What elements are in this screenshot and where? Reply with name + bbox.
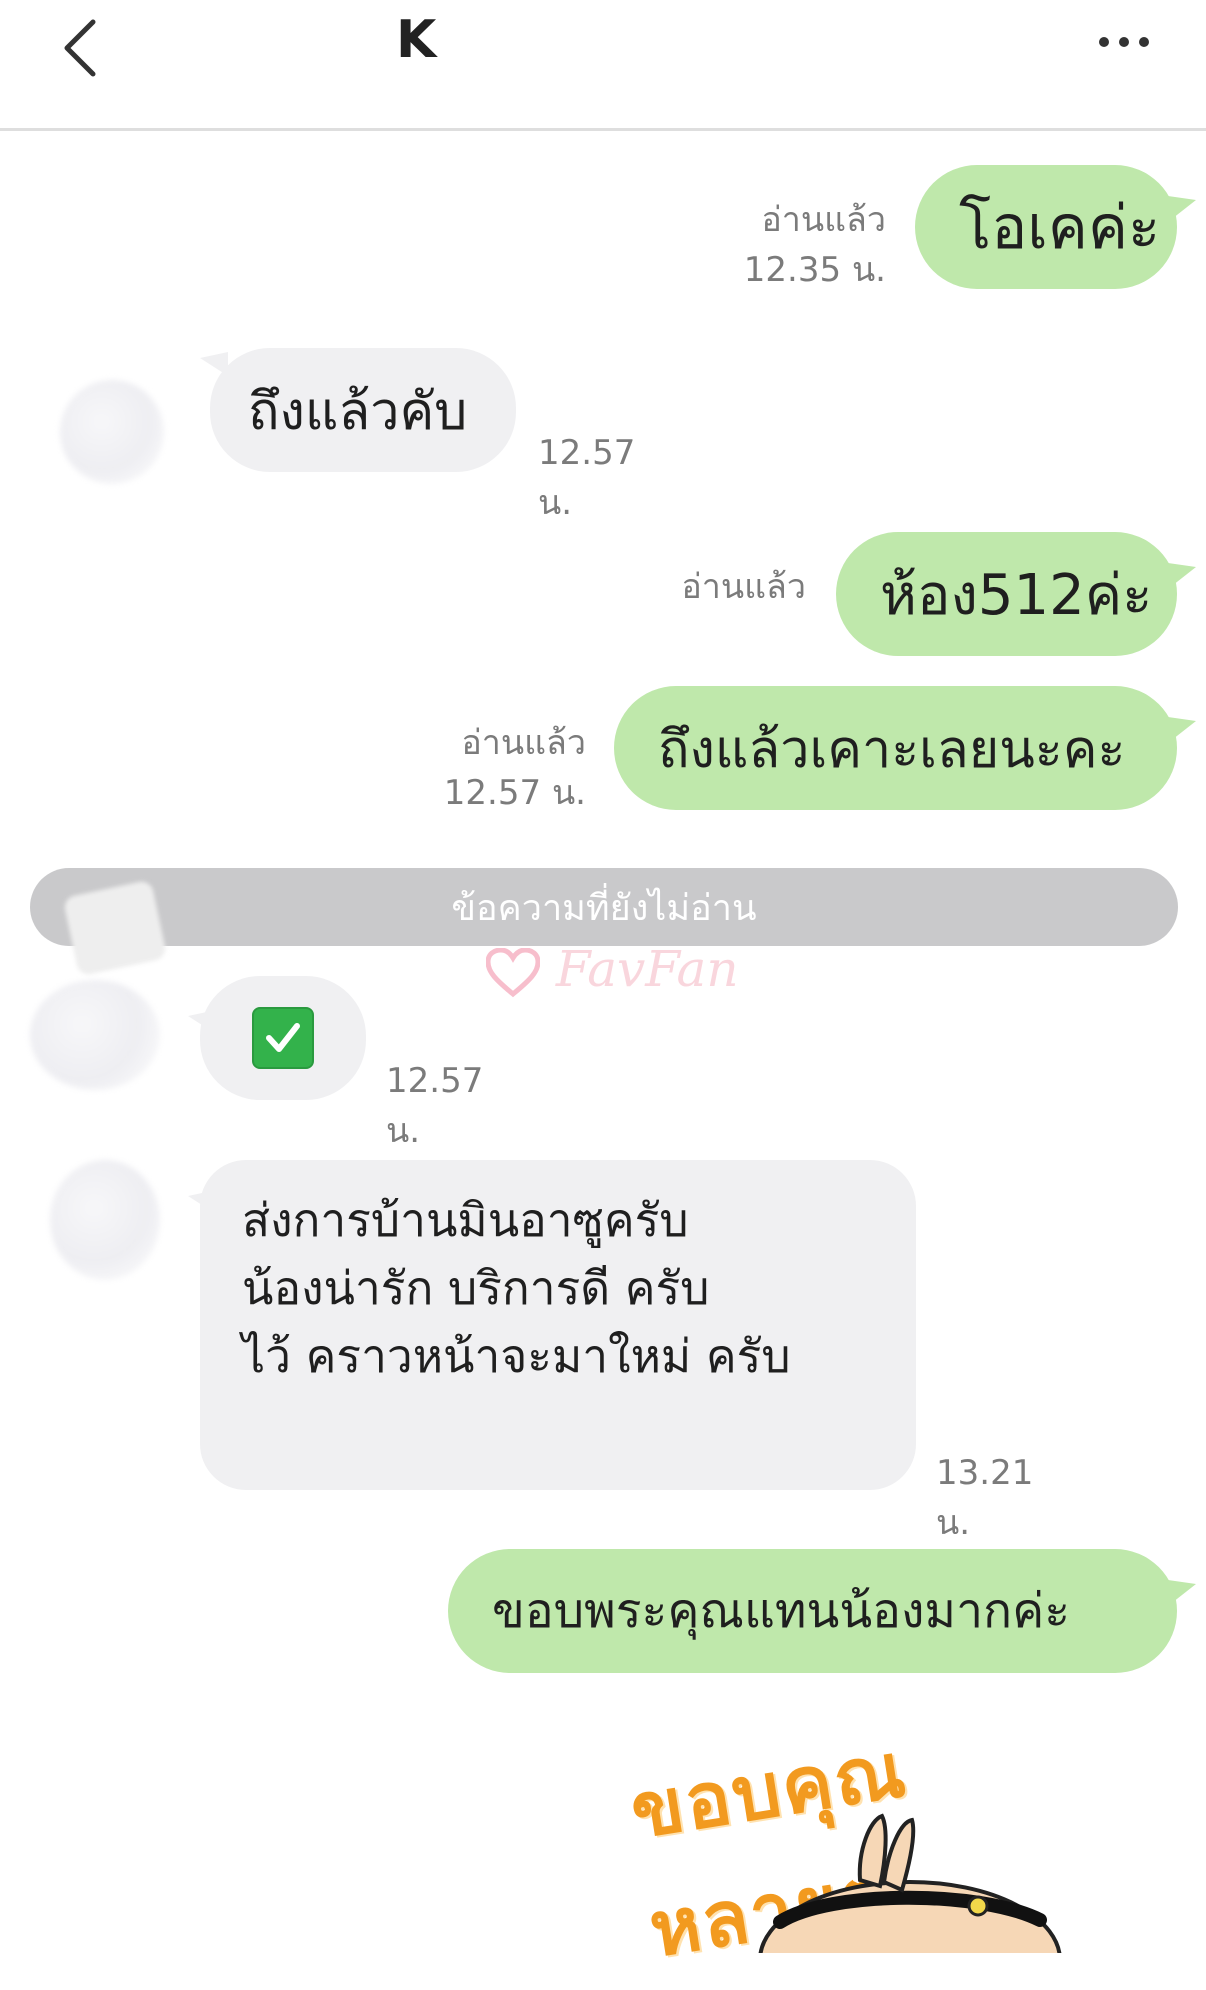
avatar[interactable]	[30, 980, 160, 1090]
message-text: ถึงแล้วเคาะเลยนะคะ	[658, 719, 1126, 780]
avatar[interactable]	[50, 1160, 160, 1280]
sticker-character-icon	[758, 1813, 1062, 1953]
blurred-avatar-fragment	[62, 879, 168, 977]
message-bubble[interactable]: ส่งการบ้านมินอาซูครับ น้องน่ารัก บริการด…	[200, 1160, 916, 1490]
message-bubble[interactable]: โอเคค่ะ	[915, 165, 1177, 289]
message-text-line: ไว้ คราวหน้าจะมาใหม่ ครับ	[242, 1329, 791, 1383]
unread-divider-label: ข้อความที่ยังไม่อ่าน	[451, 887, 757, 929]
read-status: อ่านแล้ว	[681, 567, 806, 607]
more-button[interactable]	[1090, 20, 1160, 70]
bubble-tail	[1168, 717, 1196, 743]
bubble-tail	[1168, 1580, 1196, 1606]
read-status: อ่านแล้ว	[461, 723, 586, 763]
avatar[interactable]	[60, 380, 164, 484]
chevron-left-icon	[64, 19, 96, 77]
read-receipt: อ่านแล้ว 12.57 น.	[400, 718, 586, 818]
bubble-tail	[1168, 563, 1196, 589]
message-time: 12.35 น.	[743, 250, 886, 290]
message-bubble[interactable]: ขอบพระคุณแทนน้องมากค่ะ	[448, 1549, 1177, 1673]
message-text: ห้อง512ค่ะ	[880, 562, 1153, 628]
message-bubble[interactable]: ถึงแล้วคับ	[210, 348, 516, 472]
more-horizontal-icon	[1099, 37, 1149, 47]
unread-divider: ข้อความที่ยังไม่อ่าน	[30, 868, 1178, 946]
message-time: 12.57 น.	[538, 433, 636, 523]
watermark-text: FavFan	[555, 940, 739, 998]
message-text: ขอบพระคุณแทนน้องมากค่ะ	[492, 1583, 1070, 1639]
message-text: โอเคค่ะ	[959, 192, 1161, 263]
message-time: 12.57 น.	[386, 1061, 484, 1151]
message-time: 13.21 น.	[936, 1453, 1034, 1543]
message-text-line: ส่งการบ้านมินอาซูครับ	[242, 1193, 689, 1247]
message-bubble[interactable]: ห้อง512ค่ะ	[836, 532, 1177, 656]
watermark: FavFan	[485, 940, 739, 998]
white-heavy-check-mark-icon	[252, 1007, 314, 1069]
read-receipt: อ่านแล้ว 12.35 น.	[700, 195, 886, 295]
sticker[interactable]: ขอบคุณหลายๆ	[625, 1720, 1140, 1974]
message-bubble[interactable]: ถึงแล้วเคาะเลยนะคะ	[614, 686, 1177, 810]
back-button[interactable]	[55, 8, 135, 88]
message-text-line: น้องน่ารัก บริการดี ครับ	[242, 1261, 710, 1315]
message-time: 12.57 น.	[443, 773, 586, 813]
message-text: ถึงแล้วคับ	[248, 381, 468, 442]
message-bubble[interactable]	[200, 976, 366, 1100]
chat-title[interactable]: K	[396, 10, 436, 70]
chat-header: K	[0, 0, 1206, 131]
read-status: อ่านแล้ว	[761, 200, 886, 240]
heart-icon	[485, 947, 541, 998]
bubble-tail	[1168, 196, 1196, 222]
